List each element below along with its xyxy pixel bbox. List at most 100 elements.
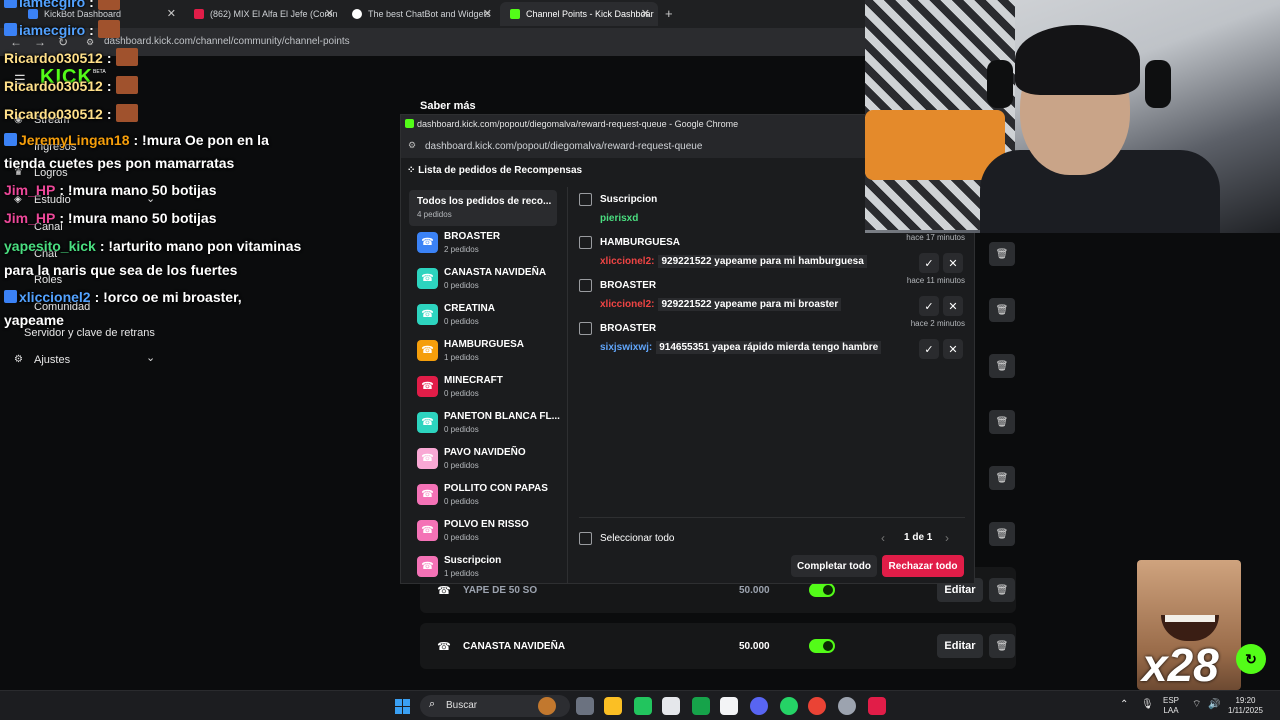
language-indicator[interactable]: ESP LAA (1163, 696, 1179, 716)
request-checkbox[interactable] (579, 279, 592, 292)
obs-icon[interactable] (838, 697, 856, 715)
reject-all-button[interactable]: Rechazar todo (882, 555, 964, 577)
request-user: xliccionel2: 929221522 yapeame para mi br… (600, 298, 842, 311)
all-requests-item[interactable]: Todos los pedidos de reco... 4 pedidos (409, 190, 557, 226)
tab-youtube[interactable]: (862) MIX El Alfa El Jefe (Coron ✕ (184, 2, 342, 26)
volume-icon[interactable]: 🔊 (1208, 700, 1220, 710)
approve-icon[interactable]: ✓ (919, 253, 939, 273)
close-tab-icon[interactable]: ✕ (641, 7, 650, 20)
reward-list-item[interactable]: ☎ MINECRAFT 0 pedidos (417, 375, 567, 405)
reward-list-item[interactable]: ☎ HAMBURGUESA 1 pedidos (417, 339, 567, 369)
beta-badge: BETA (93, 69, 106, 75)
chat-username: xliccionel2 (19, 289, 91, 305)
reward-list-item[interactable]: ☎ POLLITO CON PAPAS 0 pedidos (417, 483, 567, 513)
refresh-icon[interactable]: ↻ (1236, 644, 1266, 674)
mic-icon[interactable]: 🎙 (1141, 700, 1154, 710)
emote-icon (97, 0, 120, 10)
emote-icon (115, 48, 138, 66)
request-checkbox[interactable] (579, 322, 592, 335)
ticket-icon: ☎ (437, 640, 451, 653)
reject-icon[interactable]: ✕ (943, 296, 963, 316)
delete-icon[interactable]: 🗑 (989, 634, 1015, 658)
ticket-icon: ☎ (437, 584, 451, 597)
reject-icon[interactable]: ✕ (943, 253, 963, 273)
url-field[interactable]: dashboard.kick.com/channel/community/cha… (104, 36, 350, 47)
reward-list-item[interactable]: ☎ CREATINA 0 pedidos (417, 303, 567, 333)
clock[interactable]: 19:20 1/11/2025 (1228, 696, 1263, 716)
chat-message: yapesito_kick: !arturito mano pon vitami… (4, 238, 301, 254)
reward-list-item[interactable]: ☎ PANETON BLANCA FL... 0 pedidos (417, 411, 567, 441)
ticket-icon: ☎ (417, 556, 438, 577)
reject-icon[interactable]: ✕ (943, 339, 963, 359)
xbox-icon[interactable] (634, 697, 652, 715)
file-explorer-icon[interactable] (604, 697, 622, 715)
emote-icon (97, 20, 120, 38)
reward-list-item[interactable]: ☎ Suscripcion 1 pedidos (417, 555, 567, 582)
site-info-icon[interactable]: ⚙ (86, 37, 94, 48)
new-tab-icon[interactable]: + (665, 6, 673, 21)
tiktok-icon[interactable] (868, 697, 886, 715)
close-tab-icon[interactable]: ✕ (483, 7, 492, 20)
chrome-icon[interactable] (808, 697, 826, 715)
ticket-icon: ☎ (417, 232, 438, 253)
kick-favicon-icon (405, 119, 414, 128)
edit-button[interactable]: Editar (937, 634, 983, 658)
reward-toggle[interactable] (809, 583, 835, 597)
headphones-icon (987, 60, 1013, 108)
tab-chatbot[interactable]: The best ChatBot and Widgets ✕ (342, 2, 500, 26)
pager-label: 1 de 1 (904, 532, 933, 543)
chevron-down-icon[interactable]: ⌄ (146, 351, 155, 364)
chat-text: : (106, 106, 112, 122)
site-info-icon[interactable]: ⚙ (408, 140, 416, 151)
chatbot-favicon-icon (352, 9, 362, 19)
ticket-icon: ☎ (417, 520, 438, 541)
select-all-checkbox[interactable] (579, 532, 592, 545)
sidebar-item-servidor[interactable]: Servidor y clave de retrans (24, 327, 155, 339)
delete-icon[interactable]: 🗑 (989, 410, 1015, 434)
close-tab-icon[interactable]: ✕ (167, 7, 176, 20)
reward-list-item[interactable]: ☎ POLVO EN RISSO 0 pedidos (417, 519, 567, 549)
delete-icon[interactable]: 🗑 (989, 354, 1015, 378)
store-icon[interactable] (662, 697, 680, 715)
chevron-right-icon[interactable]: › (945, 531, 949, 545)
tab-channel-points[interactable]: Channel Points - Kick Dashboar ✕ (500, 2, 658, 26)
request-time: hace 11 minutos (906, 276, 965, 285)
chevron-left-icon[interactable]: ‹ (881, 531, 885, 545)
delete-icon[interactable]: 🗑 (989, 298, 1015, 322)
minecraft-icon[interactable] (692, 697, 710, 715)
reward-list-count: 2 pedidos (444, 245, 479, 254)
chevron-up-icon[interactable]: ⌃ (1120, 700, 1128, 710)
delete-icon[interactable]: 🗑 (989, 522, 1015, 546)
task-view-icon[interactable] (576, 697, 594, 715)
popup-url[interactable]: dashboard.kick.com/popout/diegomalva/rew… (425, 141, 702, 152)
reward-list-item[interactable]: ☎ BROASTER 2 pedidos (417, 231, 567, 261)
chat-message: iamecgiro: (4, 20, 120, 38)
approve-icon[interactable]: ✓ (919, 339, 939, 359)
chat-text: : (89, 22, 94, 38)
delete-icon[interactable]: 🗑 (989, 242, 1015, 266)
reward-list-item[interactable]: ☎ PAVO NAVIDEÑO 0 pedidos (417, 447, 567, 477)
ticket-icon: ☎ (417, 268, 438, 289)
wifi-icon[interactable]: ⌔ (1192, 700, 1201, 710)
delete-icon[interactable]: 🗑 (989, 466, 1015, 490)
burger-widget-icon[interactable] (538, 697, 556, 715)
whatsapp-icon[interactable] (780, 697, 798, 715)
close-tab-icon[interactable]: ✕ (325, 7, 334, 20)
learn-more-link[interactable]: Saber más (420, 100, 476, 112)
notepad-icon[interactable] (720, 697, 738, 715)
reward-name: CANASTA NAVIDEÑA (463, 641, 566, 652)
request-checkbox[interactable] (579, 193, 592, 206)
delete-icon[interactable]: 🗑 (989, 578, 1015, 602)
complete-all-button[interactable]: Completar todo (791, 555, 877, 577)
request-user: sixjswixwj: 914655351 yapea rápido mierda… (600, 341, 882, 354)
discord-icon[interactable] (750, 697, 768, 715)
drag-icon: ⁘ (407, 165, 419, 176)
request-checkbox[interactable] (579, 236, 592, 249)
windows-start-icon[interactable] (395, 699, 410, 714)
request-reward-name: HAMBURGUESA (600, 237, 680, 248)
reward-toggle[interactable] (809, 639, 835, 653)
sidebar-item-ajustes[interactable]: Ajustes (34, 354, 70, 366)
reward-list-item[interactable]: ☎ CANASTA NAVIDEÑA 0 pedidos (417, 267, 567, 297)
approve-icon[interactable]: ✓ (919, 296, 939, 316)
chat-message: Ricardo030512: (4, 76, 138, 94)
